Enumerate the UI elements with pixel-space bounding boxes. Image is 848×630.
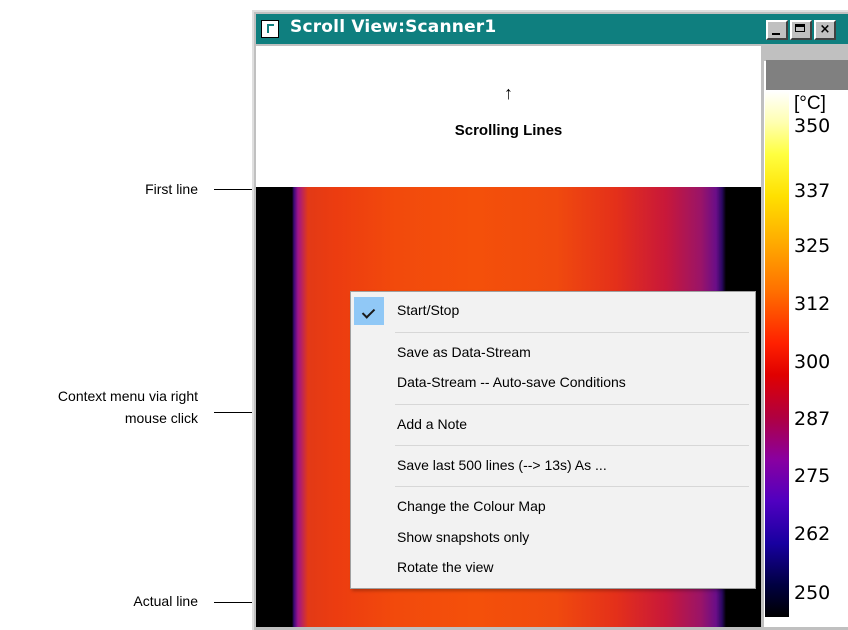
menu-item-rotate-view[interactable]: Rotate the view	[397, 559, 494, 575]
scrolling-lines-label: Scrolling Lines	[454, 122, 563, 139]
title-bar[interactable]: Scroll View:Scanner1 ×	[256, 14, 848, 44]
context-menu: Start/Stop Save as Data-Stream Data-Stre…	[350, 291, 756, 589]
menu-item-save-data-stream[interactable]: Save as Data-Stream	[397, 344, 531, 360]
scale-tick: 325	[794, 235, 831, 257]
scale-tick: 350	[794, 115, 831, 137]
menu-separator	[395, 445, 749, 446]
scale-tick: 337	[794, 180, 831, 202]
menu-item-change-colour-map[interactable]: Change the Colour Map	[397, 498, 546, 514]
checkmark-icon	[361, 305, 376, 319]
app-icon[interactable]	[261, 20, 279, 38]
scale-tick: 262	[794, 523, 831, 545]
menu-separator	[395, 486, 749, 487]
start-stop-check-highlight	[354, 297, 384, 325]
annotation-context-menu: Context menu via right mouse click	[58, 385, 198, 429]
scale-tick: 312	[794, 293, 831, 315]
scale-tick: 287	[794, 408, 831, 430]
annotation-first-line: First line	[145, 181, 198, 197]
colour-scale-header	[766, 60, 848, 90]
scale-tick: 275	[794, 465, 831, 487]
annotation-first-line-leader	[214, 189, 254, 190]
minimize-icon[interactable]	[766, 20, 788, 40]
annotation-context-menu-line2: mouse click	[124, 410, 198, 426]
maximize-icon[interactable]	[790, 20, 812, 40]
menu-item-show-snapshots[interactable]: Show snapshots only	[397, 529, 529, 545]
menu-item-save-last-lines[interactable]: Save last 500 lines (--> 13s) As ...	[397, 457, 607, 473]
menu-item-auto-save-conditions[interactable]: Data-Stream -- Auto-save Conditions	[397, 374, 626, 390]
arrow-up-icon: ↑	[504, 83, 513, 103]
colour-scale-bar	[765, 91, 789, 617]
window-title: Scroll View:Scanner1	[290, 17, 497, 37]
menu-separator	[395, 332, 749, 333]
scale-tick: 250	[794, 582, 831, 604]
close-icon[interactable]: ×	[814, 20, 836, 40]
annotation-context-menu-line1: Context menu via right	[57, 388, 198, 404]
menu-item-start-stop[interactable]: Start/Stop	[397, 302, 459, 318]
menu-separator	[395, 404, 749, 405]
annotation-actual-line: Actual line	[133, 593, 198, 609]
annotation-actual-line-leader	[214, 602, 254, 603]
scale-unit-label: [°C]	[794, 93, 826, 114]
menu-item-add-note[interactable]: Add a Note	[397, 416, 467, 432]
scale-tick: 300	[794, 351, 831, 373]
